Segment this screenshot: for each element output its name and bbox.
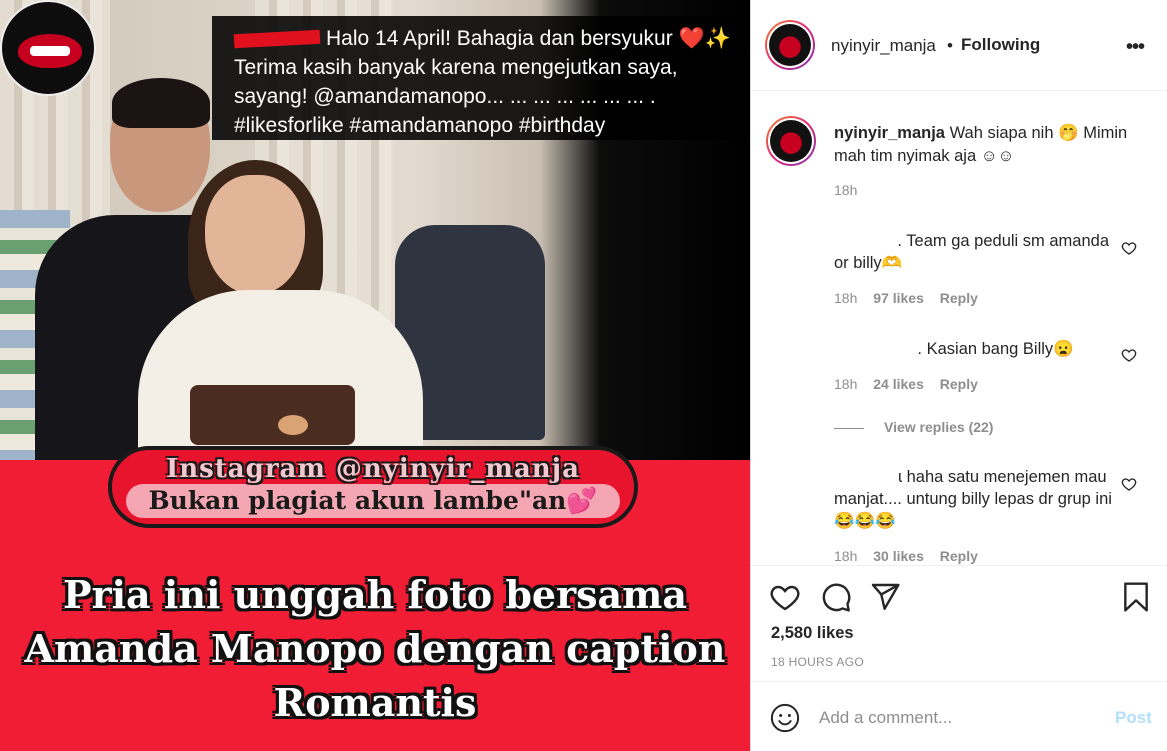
comment-likes[interactable]: 24 likes [873, 376, 924, 392]
reply-button[interactable]: Reply [940, 290, 978, 306]
comment-time[interactable]: 18h [834, 548, 857, 564]
watermark-badge: Instagram @nyinyir_manja Bukan plagiat a… [108, 446, 638, 528]
post-comment-button[interactable]: Post [1115, 708, 1152, 728]
comment-icon[interactable] [820, 581, 852, 613]
man-hair [112, 78, 210, 128]
replies-divider [834, 427, 864, 429]
comment-item: . Kasian bang Billy😦 [834, 338, 1114, 360]
comment-likes[interactable]: 30 likes [873, 548, 924, 564]
add-comment-bar: Post [751, 681, 1167, 751]
account-logo: @nyinyir_manja [0, 0, 96, 96]
like-comment-heart-icon[interactable] [1121, 476, 1137, 492]
like-comment-heart-icon[interactable] [1121, 347, 1137, 363]
heart-icon[interactable] [769, 581, 801, 613]
comment-item: . Team ga peduli sm amanda or billy🫶 [834, 230, 1114, 274]
woman-face [205, 175, 305, 295]
avatar[interactable] [766, 116, 816, 166]
view-replies-button[interactable]: View replies (22) [834, 419, 993, 435]
headline-text: Pria ini unggah foto bersama Amanda Mano… [24, 572, 726, 725]
header-username[interactable]: nyinyir_manja [831, 36, 936, 56]
post-header: nyinyir_manja • Following ••• [751, 0, 1167, 91]
reply-button[interactable]: Reply [940, 376, 978, 392]
comment-text: Kasian bang Billy😦 [926, 340, 1074, 358]
share-icon[interactable] [869, 581, 901, 613]
post-image[interactable]: @nyinyir_manja Halo 14 April! Bahagia da… [0, 0, 750, 751]
comment-meta: 18h 30 likes Reply [834, 548, 990, 564]
post-timestamp[interactable]: 18 HOURS AGO [771, 655, 864, 669]
post-sidebar: nyinyir_manja • Following ••• nyinyir_ma… [750, 0, 1167, 751]
comment-username[interactable]: ɩ [834, 466, 902, 488]
comment-input[interactable] [819, 704, 1099, 732]
bookmark-icon[interactable] [1120, 581, 1152, 613]
comment-username[interactable]: . [834, 338, 922, 360]
reply-button[interactable]: Reply [940, 548, 978, 564]
comment-item: ɩ haha satu menejemen mau manjat.... unt… [834, 466, 1114, 532]
comment-username[interactable]: . [834, 230, 902, 252]
like-count[interactable]: 2,580 likes [771, 624, 854, 643]
more-options-icon[interactable]: ••• [1126, 36, 1145, 59]
comment-meta: 18h 97 likes Reply [834, 290, 990, 306]
caption: nyinyir_manja Wah siapa nih 🤭 Mimin mah … [834, 122, 1134, 168]
comment-time[interactable]: 18h [834, 290, 857, 306]
birthday-cake [190, 385, 355, 445]
like-comment-heart-icon[interactable] [1121, 240, 1137, 256]
comment-likes[interactable]: 97 likes [873, 290, 924, 306]
comment-meta: 18h 24 likes Reply [834, 376, 990, 392]
post-actions: 2,580 likes 18 HOURS AGO [751, 565, 1167, 681]
screenshot-caption: Halo 14 April! Bahagia dan bersyukur ❤️✨… [212, 16, 742, 140]
following-button[interactable]: Following [961, 35, 1040, 55]
caption-username[interactable]: nyinyir_manja [834, 124, 945, 142]
caption-time[interactable]: 18h [834, 182, 857, 198]
emoji-icon[interactable] [770, 703, 800, 733]
separator-dot: • [947, 36, 953, 55]
avatar[interactable] [765, 20, 815, 70]
comments-list[interactable]: nyinyir_manja Wah siapa nih 🤭 Mimin mah … [751, 92, 1167, 565]
redaction-mark [233, 30, 321, 49]
comment-time[interactable]: 18h [834, 376, 857, 392]
